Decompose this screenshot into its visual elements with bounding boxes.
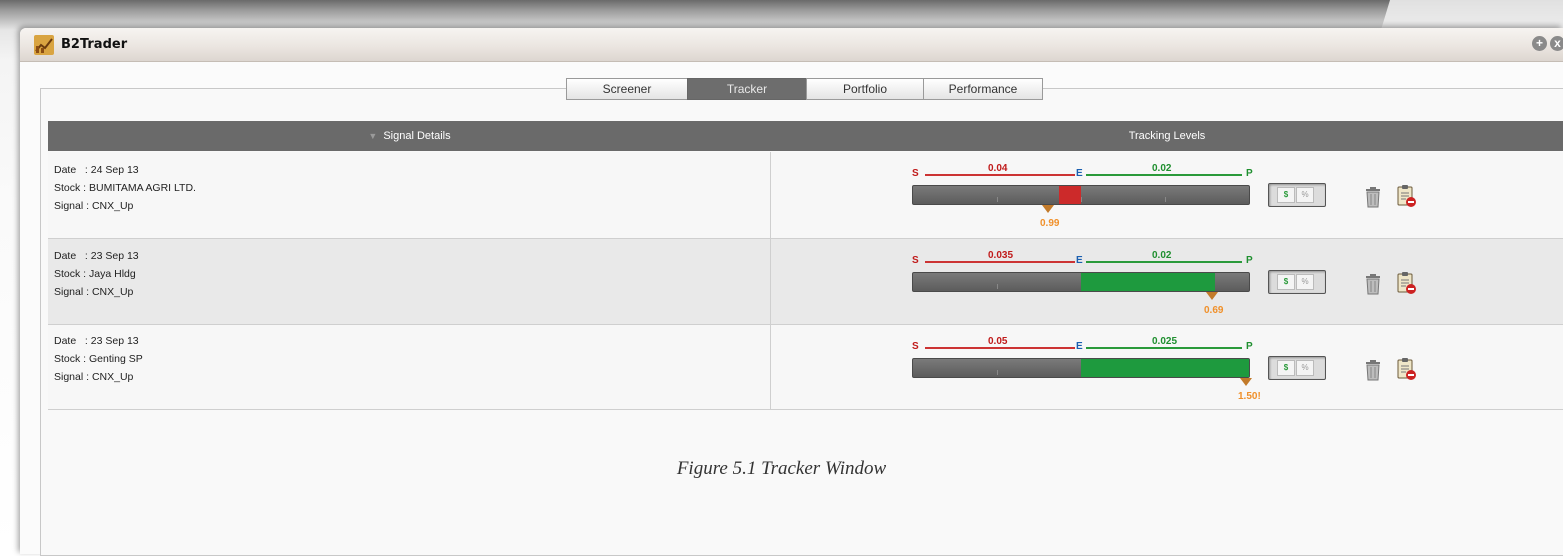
- tab-bar: Screener Tracker Portfolio Performance: [566, 78, 1043, 100]
- signal-details-cell: Date : 23 Sep 13 Stock : Jaya Hldg Signa…: [48, 239, 771, 324]
- table-header: ▼ Signal Details Tracking Levels: [48, 121, 1563, 151]
- dollar-option[interactable]: $: [1277, 274, 1295, 290]
- unit-toggle[interactable]: $%: [1268, 270, 1326, 294]
- stop-range-line: [925, 174, 1075, 176]
- table-row[interactable]: Date : 23 Sep 13 Stock : Genting SP Sign…: [48, 325, 1563, 410]
- bar-fill: [1081, 273, 1215, 291]
- tab-portfolio[interactable]: Portfolio: [806, 78, 924, 100]
- stop-level-label: S: [912, 168, 919, 179]
- profit-range-line: [1086, 174, 1242, 176]
- table-row[interactable]: Date : 23 Sep 13 Stock : Jaya Hldg Signa…: [48, 239, 1563, 325]
- profit-diff-value: 0.025: [1152, 336, 1178, 347]
- row-stock: Stock : Genting SP: [54, 353, 143, 365]
- row-date: Date : 23 Sep 13: [54, 250, 139, 262]
- dollar-option[interactable]: $: [1277, 360, 1295, 376]
- percent-option[interactable]: %: [1296, 274, 1314, 290]
- tab-performance[interactable]: Performance: [923, 78, 1043, 100]
- bar-tick: [997, 284, 998, 289]
- percent-option[interactable]: %: [1296, 187, 1314, 203]
- tracking-levels-label: Tracking Levels: [1128, 130, 1206, 142]
- bar-fill: [1081, 359, 1249, 377]
- sort-arrow-icon[interactable]: ▼: [368, 131, 377, 141]
- clipboard-remove-icon[interactable]: [1396, 271, 1416, 295]
- column-header-tracking-levels[interactable]: Tracking Levels: [771, 121, 1563, 151]
- profit-diff-value: 0.02: [1152, 163, 1172, 174]
- stop-diff-value: 0.035: [988, 250, 1014, 261]
- profit-range-line: [1086, 347, 1242, 349]
- bar-fill: [1059, 186, 1081, 204]
- bar-tick: [1081, 197, 1082, 202]
- tab-tracker[interactable]: Tracker: [687, 78, 807, 100]
- row-signal: Signal : CNX_Up: [54, 286, 134, 298]
- column-header-signal-details[interactable]: ▼ Signal Details: [48, 121, 771, 151]
- row-date: Date : 24 Sep 13: [54, 164, 139, 176]
- row-stock: Stock : BUMITAMA AGRI LTD.: [54, 182, 196, 194]
- signal-details-cell: Date : 24 Sep 13 Stock : BUMITAMA AGRI L…: [48, 152, 771, 238]
- bar-tick: [997, 370, 998, 375]
- entry-level-label: E: [1076, 168, 1083, 179]
- stop-diff-value: 0.04: [988, 163, 1008, 174]
- stop-level-label: S: [912, 255, 919, 266]
- tracking-bar[interactable]: [912, 185, 1250, 205]
- unit-toggle[interactable]: $%: [1268, 183, 1326, 207]
- clipboard-remove-icon[interactable]: [1396, 357, 1416, 381]
- current-price-value: 1.50!: [1238, 391, 1261, 402]
- tab-screener[interactable]: Screener: [566, 78, 688, 100]
- stop-level-label: S: [912, 341, 919, 352]
- signal-details-cell: Date : 23 Sep 13 Stock : Genting SP Sign…: [48, 325, 771, 409]
- table-row[interactable]: Date : 24 Sep 13 Stock : BUMITAMA AGRI L…: [48, 152, 1563, 239]
- current-price-value: 0.99: [1040, 218, 1060, 229]
- profit-diff-value: 0.02: [1152, 250, 1172, 261]
- current-price-marker-icon: [1042, 205, 1054, 213]
- tracking-bar[interactable]: [912, 358, 1250, 378]
- maximize-button[interactable]: +: [1532, 36, 1547, 51]
- entry-level-label: E: [1076, 255, 1083, 266]
- current-price-marker-icon: [1240, 378, 1252, 386]
- current-price-value: 0.69: [1204, 305, 1224, 316]
- row-signal: Signal : CNX_Up: [54, 200, 134, 212]
- signal-details-label: Signal Details: [383, 130, 451, 142]
- delete-trash-icon[interactable]: [1364, 273, 1382, 295]
- bar-tick: [997, 197, 998, 202]
- current-price-marker-icon: [1206, 292, 1218, 300]
- row-stock: Stock : Jaya Hldg: [54, 268, 136, 280]
- stop-diff-value: 0.05: [988, 336, 1008, 347]
- profit-level-label: P: [1246, 168, 1253, 179]
- row-date: Date : 23 Sep 13: [54, 335, 139, 347]
- unit-toggle[interactable]: $%: [1268, 356, 1326, 380]
- window-title: B2Trader: [61, 37, 128, 52]
- dollar-option[interactable]: $: [1277, 187, 1295, 203]
- close-button[interactable]: x: [1550, 36, 1563, 51]
- bar-tick: [1165, 197, 1166, 202]
- title-bar[interactable]: B2Trader + x: [20, 28, 1563, 62]
- stop-range-line: [925, 347, 1075, 349]
- percent-option[interactable]: %: [1296, 360, 1314, 376]
- profit-range-line: [1086, 261, 1242, 263]
- delete-trash-icon[interactable]: [1364, 186, 1382, 208]
- figure-caption: Figure 5.1 Tracker Window: [676, 458, 887, 479]
- row-signal: Signal : CNX_Up: [54, 371, 134, 383]
- entry-level-label: E: [1076, 341, 1083, 352]
- app-logo-icon: [34, 35, 54, 55]
- profit-level-label: P: [1246, 341, 1253, 352]
- profit-level-label: P: [1246, 255, 1253, 266]
- stop-range-line: [925, 261, 1075, 263]
- tracking-bar[interactable]: [912, 272, 1250, 292]
- delete-trash-icon[interactable]: [1364, 359, 1382, 381]
- clipboard-remove-icon[interactable]: [1396, 184, 1416, 208]
